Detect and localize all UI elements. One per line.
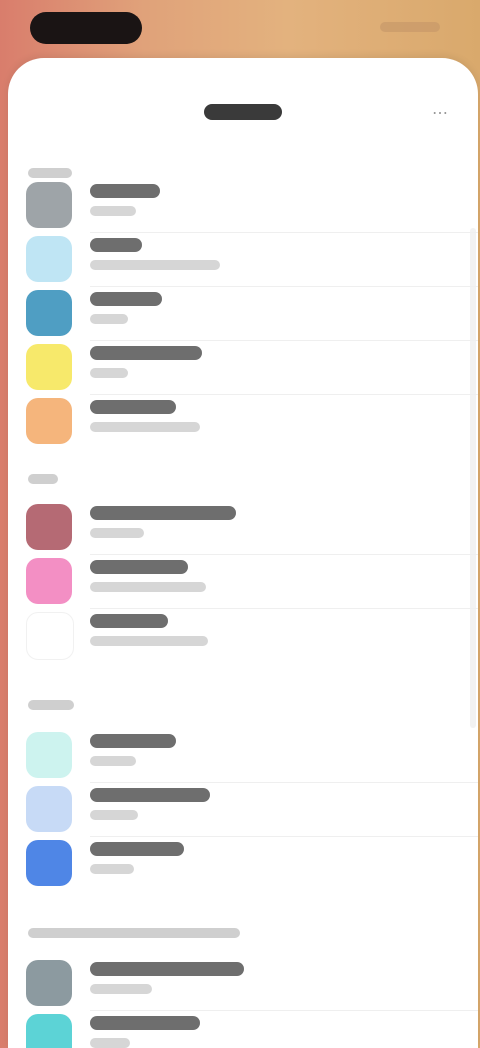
list-item[interactable] <box>8 726 478 780</box>
list-item-subtitle <box>90 810 138 820</box>
list-item-subtitle <box>90 528 144 538</box>
list-item[interactable] <box>8 552 478 606</box>
list-item[interactable] <box>8 606 478 660</box>
app-icon <box>26 786 72 832</box>
app-icon <box>26 290 72 336</box>
list-item-title <box>90 614 168 628</box>
list-item[interactable] <box>8 176 478 230</box>
list-item-subtitle <box>90 756 136 766</box>
app-icon <box>26 344 72 390</box>
list-item[interactable] <box>8 1008 478 1048</box>
app-icon <box>26 1014 72 1048</box>
list-item-subtitle <box>90 422 200 432</box>
status-pill <box>30 12 142 44</box>
list-item[interactable] <box>8 498 478 552</box>
group-label <box>28 928 240 938</box>
list-item-title <box>90 842 184 856</box>
list-item[interactable] <box>8 954 478 1008</box>
list-item-title <box>90 560 188 574</box>
app-icon <box>26 840 72 886</box>
app-icon <box>26 960 72 1006</box>
list-item-title <box>90 400 176 414</box>
list-item[interactable] <box>8 284 478 338</box>
group-label <box>28 474 58 484</box>
list-item-subtitle <box>90 636 208 646</box>
app-icon <box>26 182 72 228</box>
app-icon <box>26 504 72 550</box>
more-icon[interactable]: ⋯ <box>430 106 450 122</box>
list-item-title <box>90 506 236 520</box>
status-indicators <box>380 22 440 32</box>
list-item-title <box>90 292 162 306</box>
list-item-title <box>90 346 202 360</box>
list-item[interactable] <box>8 780 478 834</box>
list-item-subtitle <box>90 864 134 874</box>
group-label <box>28 700 74 710</box>
status-bar <box>0 0 480 58</box>
app-icon <box>26 732 72 778</box>
list-item[interactable] <box>8 834 478 888</box>
list-item-subtitle <box>90 582 206 592</box>
app-icon <box>26 612 74 660</box>
list-item-title <box>90 788 210 802</box>
list-item-subtitle <box>90 368 128 378</box>
app-icon <box>26 236 72 282</box>
list-item[interactable] <box>8 338 478 392</box>
page-title <box>8 104 478 125</box>
list-item-subtitle <box>90 206 136 216</box>
list-item[interactable] <box>8 392 478 446</box>
sheet-header: ⋯ <box>8 58 478 158</box>
list-item[interactable] <box>8 230 478 284</box>
list-item-subtitle <box>90 984 152 994</box>
list-item-title <box>90 962 244 976</box>
list-item-title <box>90 734 176 748</box>
list-item-subtitle <box>90 260 220 270</box>
app-icon <box>26 558 72 604</box>
list-item-subtitle <box>90 314 128 324</box>
app-icon <box>26 398 72 444</box>
settings-sheet: ⋯ <box>8 58 478 1048</box>
page-title-text <box>204 104 282 120</box>
list-item-title <box>90 184 160 198</box>
list-item-title <box>90 238 142 252</box>
list-item-title <box>90 1016 200 1030</box>
